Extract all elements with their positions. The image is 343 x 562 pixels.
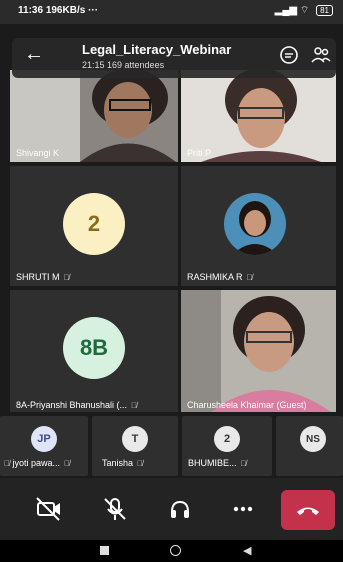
avatar: JP [31,426,57,452]
mic-muted-icon: 🎙̸ [64,459,71,468]
avatar: NS [300,426,326,452]
status-time: 11:36 196KB/s ··· [18,5,99,16]
participant-name: SHRUTI M 🎙̸ [16,272,70,282]
tile-shruti[interactable]: 2 SHRUTI M 🎙̸ [10,166,178,286]
small-tile-bhumibe[interactable]: 2 BHUMIBE... 🎙̸ [182,416,272,476]
avatar: T [122,426,148,452]
video-tile-charusheela[interactable]: Charusheela Khaimar (Guest) [181,290,336,412]
avatar: 8B [63,317,125,379]
participant-name: Priti P 🎙̸ [187,148,222,158]
chat-icon[interactable] [278,44,300,66]
system-nav-bar: ◀ [0,540,343,562]
video-tile-shivangi[interactable]: Shivangi K [10,70,178,162]
status-bar: 11:36 196KB/s ··· ▂▄▆ ⌔ 81 [0,0,343,24]
back-arrow-icon[interactable]: ← [24,43,44,66]
recents-icon[interactable] [100,546,109,555]
hangup-icon [297,507,319,515]
mic-muted-icon: 🎙̸ [4,459,10,468]
small-tile-tanisha[interactable]: T Tanisha 🎙̸ [92,416,178,476]
tile-rashmika[interactable]: RASHMIKA R 🎙̸ [181,166,336,286]
meeting-header: ← Legal_Literacy_Webinar 21:15 169 atten… [12,38,336,78]
more-icon[interactable] [228,494,258,524]
hangup-button[interactable] [281,490,335,530]
charusheela-video [181,290,336,412]
mic-muted-icon: 🎙̸ [131,401,138,410]
battery-icon: 81 [316,5,333,16]
participant-name: Charusheela Khaimar (Guest) [187,400,307,410]
small-tile-jyoti[interactable]: JP 🎙̸ jyoti pawa... 🎙̸ [0,416,88,476]
avatar: 2 [63,193,125,255]
meeting-title: Legal_Literacy_Webinar [82,42,232,57]
small-tile-ns[interactable]: NS [276,416,343,476]
back-nav-icon[interactable]: ◀ [243,544,251,557]
participant-name: Tanisha 🎙̸ [102,458,144,468]
participants-icon[interactable] [310,44,332,66]
mic-muted-icon: 🎙̸ [137,459,144,468]
participant-name: BHUMIBE... 🎙̸ [188,458,247,468]
mic-muted-icon: 🎙̸ [215,149,222,158]
signal-icon: ▂▄▆ [274,5,298,16]
mic-muted-icon: 🎙̸ [63,273,70,282]
participant-name: Shivangi K [16,148,60,158]
wifi-icon: ⌔ [299,5,310,16]
tile-priyanshi[interactable]: 8B 8A-Priyanshi Bhanushali (... 🎙̸ [10,290,178,412]
avatar: 2 [214,426,240,452]
mic-off-icon[interactable] [100,494,130,524]
mic-muted-icon: 🎙̸ [240,459,247,468]
meeting-subtitle: 21:15 169 attendees [82,60,165,70]
mic-muted-icon: 🎙̸ [246,273,253,282]
participant-name: RASHMIKA R 🎙̸ [187,272,253,282]
participant-name: 8A-Priyanshi Bhanushali (... 🎙̸ [16,400,138,410]
speaker-icon[interactable] [165,494,195,524]
home-icon[interactable] [170,545,181,556]
call-controls [0,478,343,540]
status-indicators: ▂▄▆ ⌔ 81 [275,4,333,17]
camera-off-icon[interactable] [34,494,64,524]
video-tile-priti[interactable]: Priti P 🎙̸ [181,70,336,162]
participant-name: 🎙̸ jyoti pawa... 🎙̸ [4,458,71,468]
avatar [224,193,286,255]
